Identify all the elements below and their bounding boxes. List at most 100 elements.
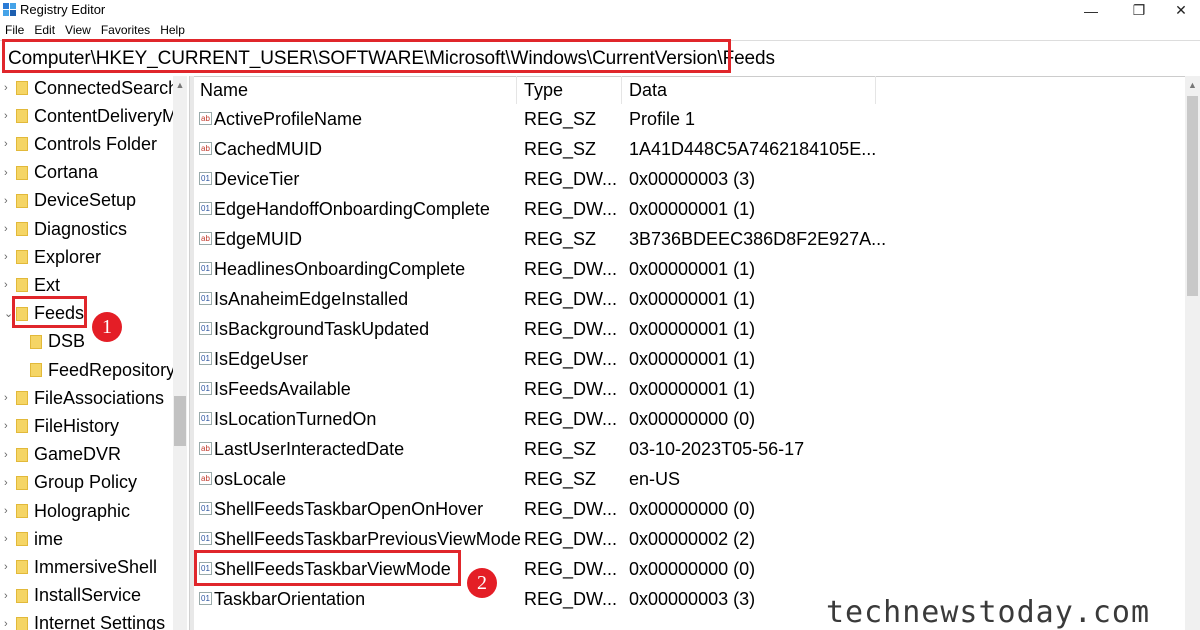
chevron-right-icon[interactable]: › [4,279,14,291]
tree-item[interactable]: › ConnectedSearch [4,76,179,102]
chevron-right-icon[interactable]: › [4,110,14,122]
value-row[interactable]: ab EdgeMUID REG_SZ 3B736BDEEC386D8F2E927A..… [193,224,1185,254]
value-row[interactable]: ab LastUserInteractedDate REG_SZ 03-10-2023… [193,434,1185,464]
menu-favorites[interactable]: Favorites [96,21,155,39]
minimize-button[interactable]: — [1068,0,1114,21]
tree-item-label: ConnectedSearch [34,77,179,98]
value-type: REG_DW... [524,319,618,339]
value-row[interactable]: 01 IsAnaheimEdgeInstalled REG_DW... 0x00000… [193,284,1185,314]
chevron-right-icon[interactable]: › [4,449,14,461]
value-name: IsAnaheimEdgeInstalled [214,289,409,309]
tree-item[interactable]: › Diagnostics [4,215,127,243]
window-title: Registry Editor [20,2,106,17]
value-row[interactable]: ab ActiveProfileName REG_SZ Profile 1 [193,104,1185,134]
value-row[interactable]: 01 IsLocationTurnedOn REG_DW... 0x00000000 … [193,404,1185,434]
tree-item-label: ImmersiveShell [34,556,158,577]
value-row[interactable]: 01 HeadlinesOnboardingComplete REG_DW... 0x… [193,254,1185,284]
value-data: 0x00000001 (1) [629,379,756,399]
scroll-up-icon[interactable]: ▲ [174,78,186,92]
string-value-icon: ab [199,472,212,485]
chevron-right-icon[interactable]: › [4,618,14,630]
chevron-right-icon[interactable]: › [4,392,14,404]
value-data: 0x00000001 (1) [629,289,756,309]
value-row[interactable]: 01 ShellFeedsTaskbarOpenOnHover REG_DW... 0… [193,494,1185,524]
tree-item[interactable]: › FileAssociations [4,384,165,412]
chevron-right-icon[interactable]: › [4,533,14,545]
chevron-right-icon[interactable]: › [4,167,14,179]
tree-item[interactable]: › FileHistory [4,412,119,440]
tree-item-label: FileAssociations [34,387,165,408]
value-row[interactable]: ab CachedMUID REG_SZ 1A41D448C5A7462184105E… [193,134,1185,164]
value-type: REG_DW... [524,499,618,519]
menu-edit[interactable]: Edit [29,21,60,39]
tree-item[interactable]: › ImmersiveShell [4,553,158,581]
dword-value-icon: 01 [199,262,212,275]
tree-item[interactable]: › ime [4,525,63,553]
menu-help[interactable]: Help [155,21,190,39]
tree-item[interactable]: › GameDVR [4,441,121,469]
value-type: REG_DW... [524,349,618,369]
chevron-right-icon[interactable]: › [4,561,14,573]
folder-icon [30,363,42,377]
registry-editor-icon [3,3,16,16]
tree-item[interactable]: DSB [30,328,85,356]
value-row[interactable]: 01 IsFeedsAvailable REG_DW... 0x00000001 (1… [193,374,1185,404]
menu-file[interactable]: File [0,21,29,39]
tree-item[interactable]: › Holographic [4,497,130,525]
folder-icon [16,250,28,265]
dword-value-icon: 01 [199,322,212,335]
column-header-type[interactable]: Type [517,76,622,104]
tree-item[interactable]: FeedRepository [30,356,175,384]
menu-view[interactable]: View [60,21,96,39]
tree-item[interactable]: › Explorer [4,243,101,271]
chevron-right-icon[interactable]: › [4,420,14,432]
menu-bar: File Edit View Favorites Help [0,21,190,39]
value-type: REG_SZ [524,139,597,159]
tree-item[interactable]: › Group Policy [4,469,137,497]
chevron-right-icon[interactable]: › [4,138,14,150]
value-name: IsFeedsAvailable [214,379,351,399]
value-type: REG_SZ [524,109,597,129]
scroll-up-icon[interactable]: ▲ [1186,78,1199,92]
value-data: 03-10-2023T05-56-17 [629,439,805,459]
tree-item[interactable]: › Cortana [4,159,98,187]
value-row[interactable]: 01 IsBackgroundTaskUpdated REG_DW... 0x0000… [193,314,1185,344]
chevron-right-icon[interactable]: › [4,590,14,602]
value-row[interactable]: 01 DeviceTier REG_DW... 0x00000003 (3) [193,164,1185,194]
folder-icon [16,222,28,236]
value-row[interactable]: 01 EdgeHandoffOnboardingComplete REG_DW...… [193,194,1185,224]
minimize-icon: — [1084,2,1098,19]
value-row[interactable]: ab osLocale REG_SZ en-US [193,464,1185,494]
chevron-right-icon[interactable]: › [4,82,14,94]
chevron-right-icon[interactable]: › [4,477,14,489]
chevron-right-icon[interactable]: › [4,195,14,207]
tree-item[interactable]: › Internet Settings [4,610,165,630]
folder-icon [16,447,28,462]
folder-icon [16,81,28,95]
folder-icon [16,193,28,208]
dword-value-icon: 01 [199,202,212,215]
column-header-name[interactable]: Name [193,76,517,104]
tree-item[interactable]: › DeviceSetup [4,187,136,215]
chevron-right-icon[interactable]: › [4,251,14,263]
tree-item[interactable]: › InstallService [4,582,142,610]
tree-scrollbar[interactable] [173,76,187,630]
dword-value-icon: 01 [199,502,212,515]
tree-item-label: Ext [34,274,61,295]
tree-item[interactable]: › Controls Folder [4,130,157,158]
list-scrollbar-thumb[interactable] [1187,96,1198,296]
tree-item-label: InstallService [34,585,142,606]
close-button[interactable]: ✕ [1158,0,1200,21]
folder-icon [16,419,28,434]
value-name: LastUserInteractedDate [214,439,405,459]
chevron-right-icon[interactable]: › [4,223,14,235]
tree-scrollbar-thumb[interactable] [174,396,186,446]
tree-item[interactable]: › ContentDeliveryM [4,102,177,130]
value-type: REG_SZ [524,229,597,249]
value-type: REG_DW... [524,409,618,429]
column-header-data[interactable]: Data [622,76,876,104]
chevron-right-icon[interactable]: › [4,505,14,517]
restore-button[interactable]: ❐ [1116,0,1162,21]
value-row[interactable]: 01 IsEdgeUser REG_DW... 0x00000001 (1) [193,344,1185,374]
value-name: ShellFeedsTaskbarOpenOnHover [214,499,484,519]
